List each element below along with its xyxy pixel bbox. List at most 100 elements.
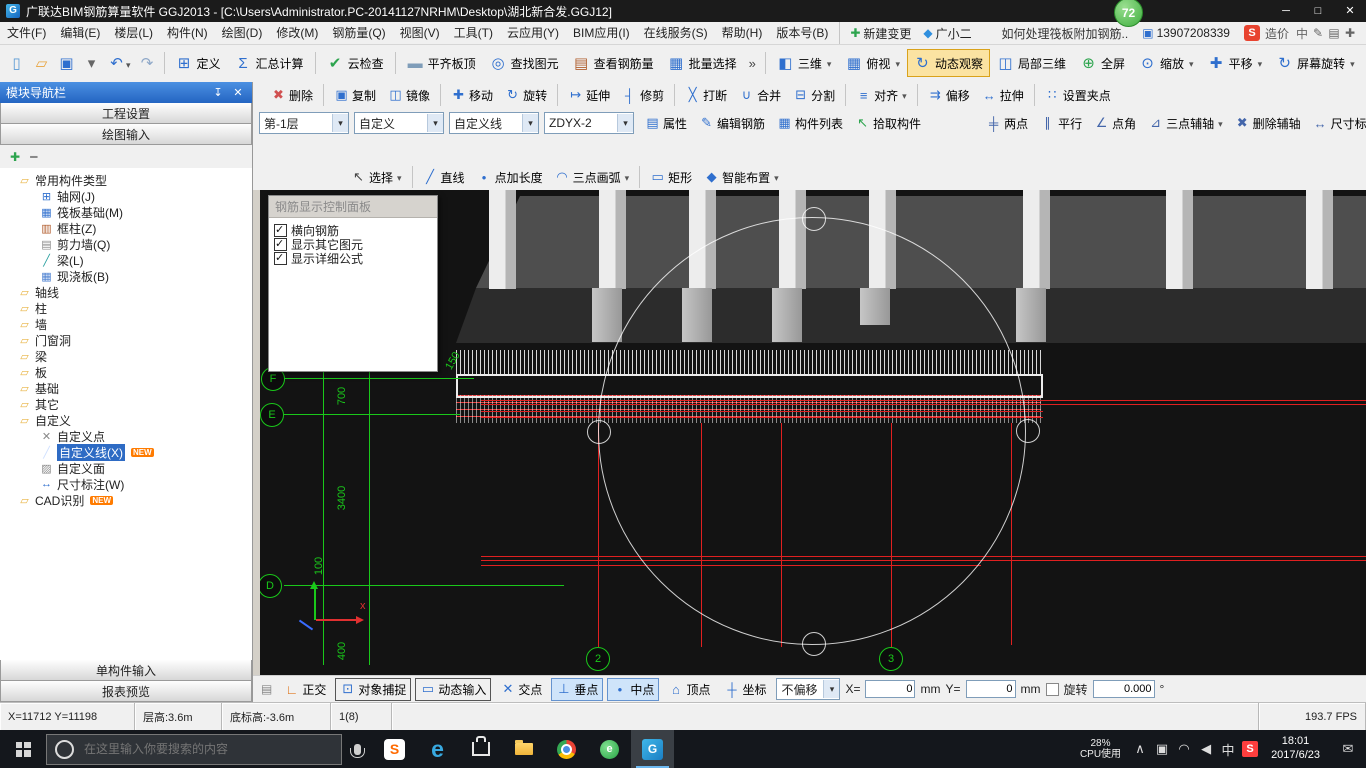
view-button[interactable]: ▤ 选择楼层 <box>1362 49 1366 77</box>
tray-icon-sogou[interactable]: S <box>1242 741 1258 757</box>
edit-tool-button[interactable]: ↔ 拉伸 <box>976 84 1030 107</box>
view-button[interactable]: ◧ 三维 <box>770 49 839 77</box>
taskbar-app-explorer[interactable] <box>502 730 545 768</box>
quick-button-new[interactable]: ▯ <box>4 50 29 76</box>
taskbar-app-chrome[interactable] <box>545 730 588 768</box>
x-offset-input[interactable] <box>865 680 915 698</box>
cpu-usage-widget[interactable]: 28% CPU使用 <box>1074 738 1127 761</box>
tree-item[interactable]: ▱ 墙 <box>0 316 252 332</box>
toolbar-button[interactable]: ▤ 查看钢筋量 <box>566 49 661 77</box>
tray-icon-wifi[interactable]: ◠ <box>1173 741 1195 757</box>
tree-item[interactable]: ▱ 门窗洞 <box>0 332 252 348</box>
menu-extra-button[interactable]: ◆ 广小二 <box>917 25 977 42</box>
orbit-handle[interactable] <box>802 632 826 656</box>
tree-item[interactable]: ▱ 轴线 <box>0 284 252 300</box>
snap-toggle-button[interactable]: ✕ 交点 <box>495 678 547 701</box>
taskbar-search[interactable] <box>46 734 342 765</box>
offset-select[interactable]: 不偏移 <box>776 678 840 700</box>
aux-axis-button[interactable]: ∠ 点角 <box>1088 112 1142 135</box>
search-input[interactable] <box>82 741 306 757</box>
sidebar-bottom-button[interactable]: 单构件输入 <box>0 660 252 681</box>
element-tool-button[interactable]: ✎ 编辑钢筋 <box>693 112 771 135</box>
toolbar-button[interactable]: Σ 汇总计算 <box>228 50 311 77</box>
tree-item[interactable]: ▦ 筏板基础(M) <box>0 204 252 220</box>
draw-tool-button[interactable]: ↖ 选择 <box>345 166 408 189</box>
sidebar-section-button[interactable]: 工程设置 <box>0 103 252 124</box>
quick-button-redo[interactable]: ↷ <box>135 50 160 76</box>
edit-tool-button[interactable]: ∷ 设置夹点 <box>1039 84 1117 107</box>
tray-icon-network[interactable]: ▣ <box>1151 741 1173 757</box>
menu-item[interactable]: 在线服务(S) <box>637 23 715 44</box>
tree-item[interactable]: ╱ 自定义线(X) NEW <box>0 444 252 460</box>
combo-type-select[interactable]: 自定义线 <box>449 112 539 134</box>
menu-item[interactable]: 文件(F) <box>0 23 53 44</box>
quick-button-save-options[interactable]: ▾ <box>79 50 104 76</box>
tree-item[interactable]: ▱ 基础 <box>0 380 252 396</box>
aux-axis-button[interactable]: ✖ 删除辅轴 <box>1229 112 1307 135</box>
orbit-handle[interactable] <box>1016 419 1040 443</box>
element-tool-button[interactable]: ▤ 属性 <box>639 112 693 135</box>
orbit-handle[interactable] <box>587 420 611 444</box>
snap-toggle-button[interactable]: ⌂ 顶点 <box>663 678 715 701</box>
start-button[interactable] <box>0 730 46 768</box>
snap-toggle-button[interactable]: ⊡ 对象捕捉 <box>335 678 411 701</box>
draw-tool-button[interactable]: • 点加长度 <box>471 166 549 189</box>
combo-category-select[interactable]: 自定义 <box>354 112 444 134</box>
menu-item[interactable]: 钢筋量(Q) <box>325 23 392 44</box>
quick-button-save[interactable]: ▣ <box>54 50 79 76</box>
tree-item[interactable]: ▱ 常用构件类型 <box>0 172 252 188</box>
edit-tool-button[interactable]: ≡ 对齐 <box>850 84 913 107</box>
tree-item[interactable]: ▱ 自定义 <box>0 412 252 428</box>
tray-icon-volume[interactable]: ◀ <box>1195 741 1217 757</box>
toolbar-overflow-chevron[interactable]: » <box>744 56 761 71</box>
snap-toggle-button[interactable]: ▭ 动态输入 <box>415 678 491 701</box>
ime-icon-pen[interactable]: ✎ <box>1310 26 1326 40</box>
ime-icon-toolbox[interactable]: ✚ <box>1342 26 1358 40</box>
tree-tool-collapse-all[interactable]: ━ <box>30 150 37 164</box>
tree-item[interactable]: ▱ 梁 <box>0 348 252 364</box>
edit-tool-button[interactable]: ⇉ 偏移 <box>922 84 976 107</box>
edit-tool-button[interactable]: ┤ 修剪 <box>616 84 670 107</box>
rotate-input[interactable] <box>1093 680 1155 698</box>
snap-toggle-button[interactable]: ⊥ 垂点 <box>551 678 603 701</box>
taskbar-app-green-browser[interactable]: e <box>588 730 631 768</box>
tree-item[interactable]: ↔ 尺寸标注(W) <box>0 476 252 492</box>
edit-tool-button[interactable]: ↻ 旋转 <box>499 84 553 107</box>
menu-item[interactable]: 修改(M) <box>269 23 325 44</box>
aux-axis-button[interactable]: ↔ 尺寸标注 <box>1307 112 1366 135</box>
element-tool-button[interactable]: ▦ 构件列表 <box>771 112 849 135</box>
help-ticker[interactable]: 如何处理筏板附加钢筋.. <box>1002 25 1129 42</box>
menu-item[interactable]: 构件(N) <box>160 23 215 44</box>
edit-tool-button[interactable]: ⊟ 分割 <box>787 84 841 107</box>
ime-icon-lang[interactable]: 中 <box>1294 25 1310 42</box>
combo-floor-select[interactable]: 第-1层 <box>259 112 349 134</box>
menu-item[interactable]: 云应用(Y) <box>500 23 566 44</box>
toolbar-button[interactable]: ▦ 批量选择 <box>661 49 744 77</box>
view-button[interactable]: ↻ 屏幕旋转 <box>1269 49 1362 77</box>
panel-option-row[interactable]: 显示详细公式 <box>274 251 432 265</box>
sogou-ime-icon[interactable]: S <box>1244 25 1260 41</box>
taskbar-app-store[interactable] <box>459 730 502 768</box>
tree-item[interactable]: ╱ 梁(L) <box>0 252 252 268</box>
tree-item[interactable]: ▱ 其它 <box>0 396 252 412</box>
tree-item[interactable]: ▦ 现浇板(B) <box>0 268 252 284</box>
taskbar-app-glodon[interactable]: G <box>631 730 674 768</box>
tree-item[interactable]: ▨ 自定义面 <box>0 460 252 476</box>
tree-item[interactable]: ▱ 柱 <box>0 300 252 316</box>
edit-tool-button[interactable]: ∪ 合并 <box>733 84 787 107</box>
toolbar-button[interactable]: ⊞ 定义 <box>169 49 228 77</box>
menu-item[interactable]: 版本号(B) <box>769 23 835 44</box>
aux-axis-button[interactable]: ∥ 平行 <box>1034 112 1088 135</box>
view-button[interactable]: ▦ 俯视 <box>838 49 907 77</box>
view-button[interactable]: ↻ 动态观察 <box>907 49 990 77</box>
menu-item[interactable]: 楼层(L) <box>107 23 160 44</box>
tree-tool-expand-all[interactable]: ✚ <box>10 150 20 164</box>
toolbar-button[interactable]: ✔ 云检查 <box>320 49 391 77</box>
edit-tool-button[interactable]: ↦ 延伸 <box>562 84 616 107</box>
tree-item[interactable]: ⊞ 轴网(J) <box>0 188 252 204</box>
view-button[interactable]: ◫ 局部三维 <box>990 49 1073 77</box>
sidebar-section-button[interactable]: 绘图输入 <box>0 124 252 145</box>
tree-item[interactable]: ✕ 自定义点 <box>0 428 252 444</box>
pin-icon[interactable]: ↧ <box>210 86 226 99</box>
edit-tool-button[interactable]: ▣ 复制 <box>328 84 382 107</box>
